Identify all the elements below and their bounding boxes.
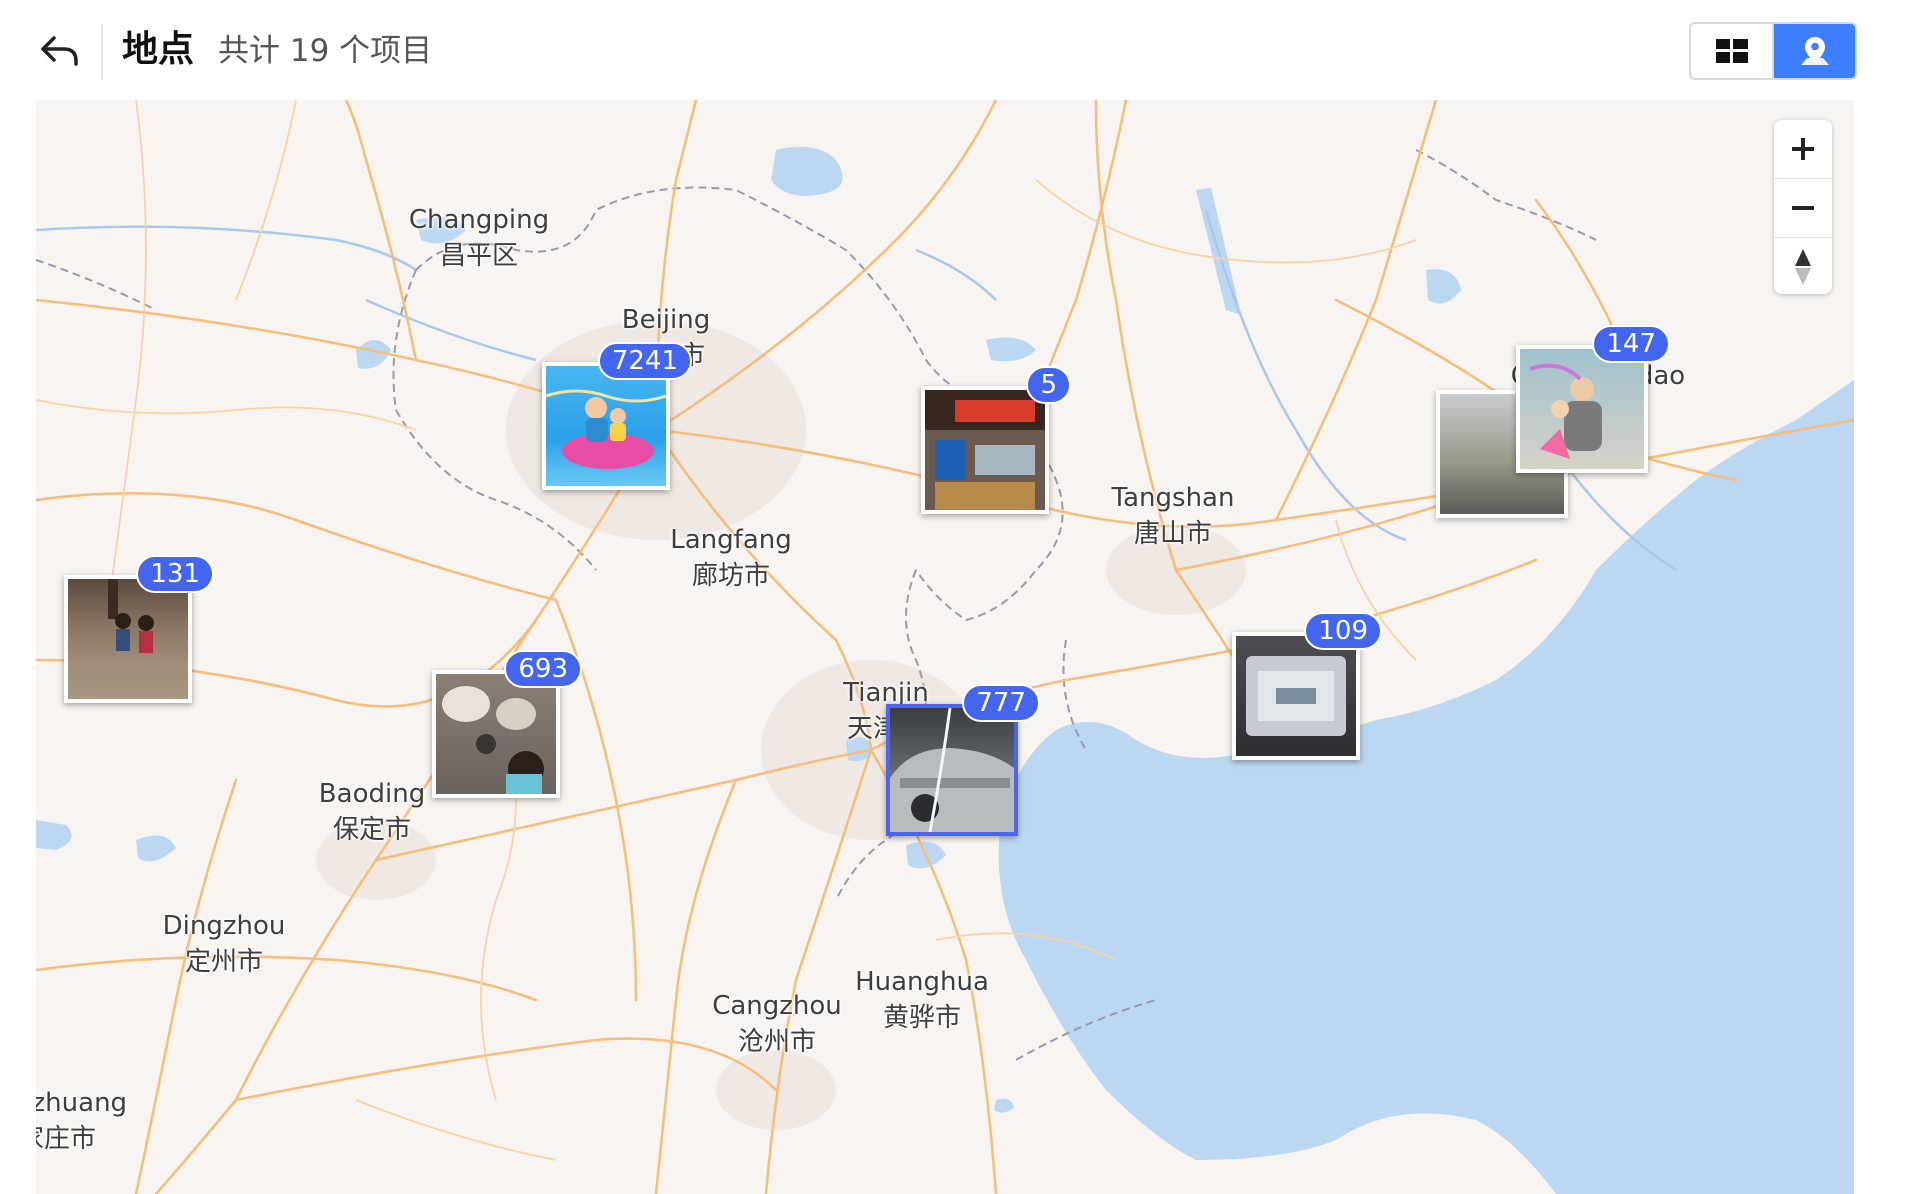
compass-button[interactable] [1774,237,1832,296]
photo-count-badge: 7241 [597,342,692,380]
zoom-in-button[interactable] [1774,120,1832,178]
cluster-thumbnail [886,704,1018,836]
grid-view-button[interactable] [1691,24,1772,78]
photo-count-badge: 693 [504,650,582,688]
cluster-thumbnail [64,575,192,703]
map-zoom-controls [1774,120,1832,294]
photo-cluster[interactable]: 131 [64,555,214,703]
photo-count-badge: 147 [1592,325,1670,363]
photo-cluster[interactable]: 109 [1232,612,1382,760]
item-count: 共计 19 个项目 [218,33,433,69]
header-bar: 地点 共计 19 个项目 [0,0,1926,100]
cluster-thumbnail [1516,345,1648,473]
map-view[interactable]: Changping昌平区 Beijing北京市 Langfang廊坊市 Tang… [36,100,1854,1194]
photo-cluster-selected[interactable]: 777 [886,684,1040,836]
grid-icon [1715,39,1748,63]
minus-icon [1792,206,1814,210]
cluster-thumbnail [542,362,670,490]
cluster-thumbnail [432,670,560,798]
header-divider [101,24,103,80]
photo-cluster[interactable]: 693 [432,650,582,798]
back-button[interactable] [38,30,82,74]
photo-count-badge: 131 [136,555,214,593]
photo-count-badge: 109 [1304,612,1382,650]
map-view-button[interactable] [1772,24,1855,78]
cluster-thumbnail [1232,632,1360,760]
photo-cluster[interactable]: 147 [1436,325,1670,518]
map-basemap [36,100,1854,1194]
photo-count-badge: 5 [1026,366,1071,404]
photo-count-badge: 777 [962,684,1040,722]
compass-icon [1795,249,1811,285]
photo-cluster[interactable]: 5 [921,366,1071,514]
page-title: 地点 [122,29,195,70]
map-pin-icon [1800,37,1829,65]
back-arrow-icon [41,36,78,66]
photo-cluster[interactable]: 7241 [542,342,692,490]
cluster-thumbnail [921,386,1049,514]
zoom-out-button[interactable] [1774,178,1832,237]
view-mode-toggle [1689,22,1857,80]
plus-icon [1792,138,1814,160]
